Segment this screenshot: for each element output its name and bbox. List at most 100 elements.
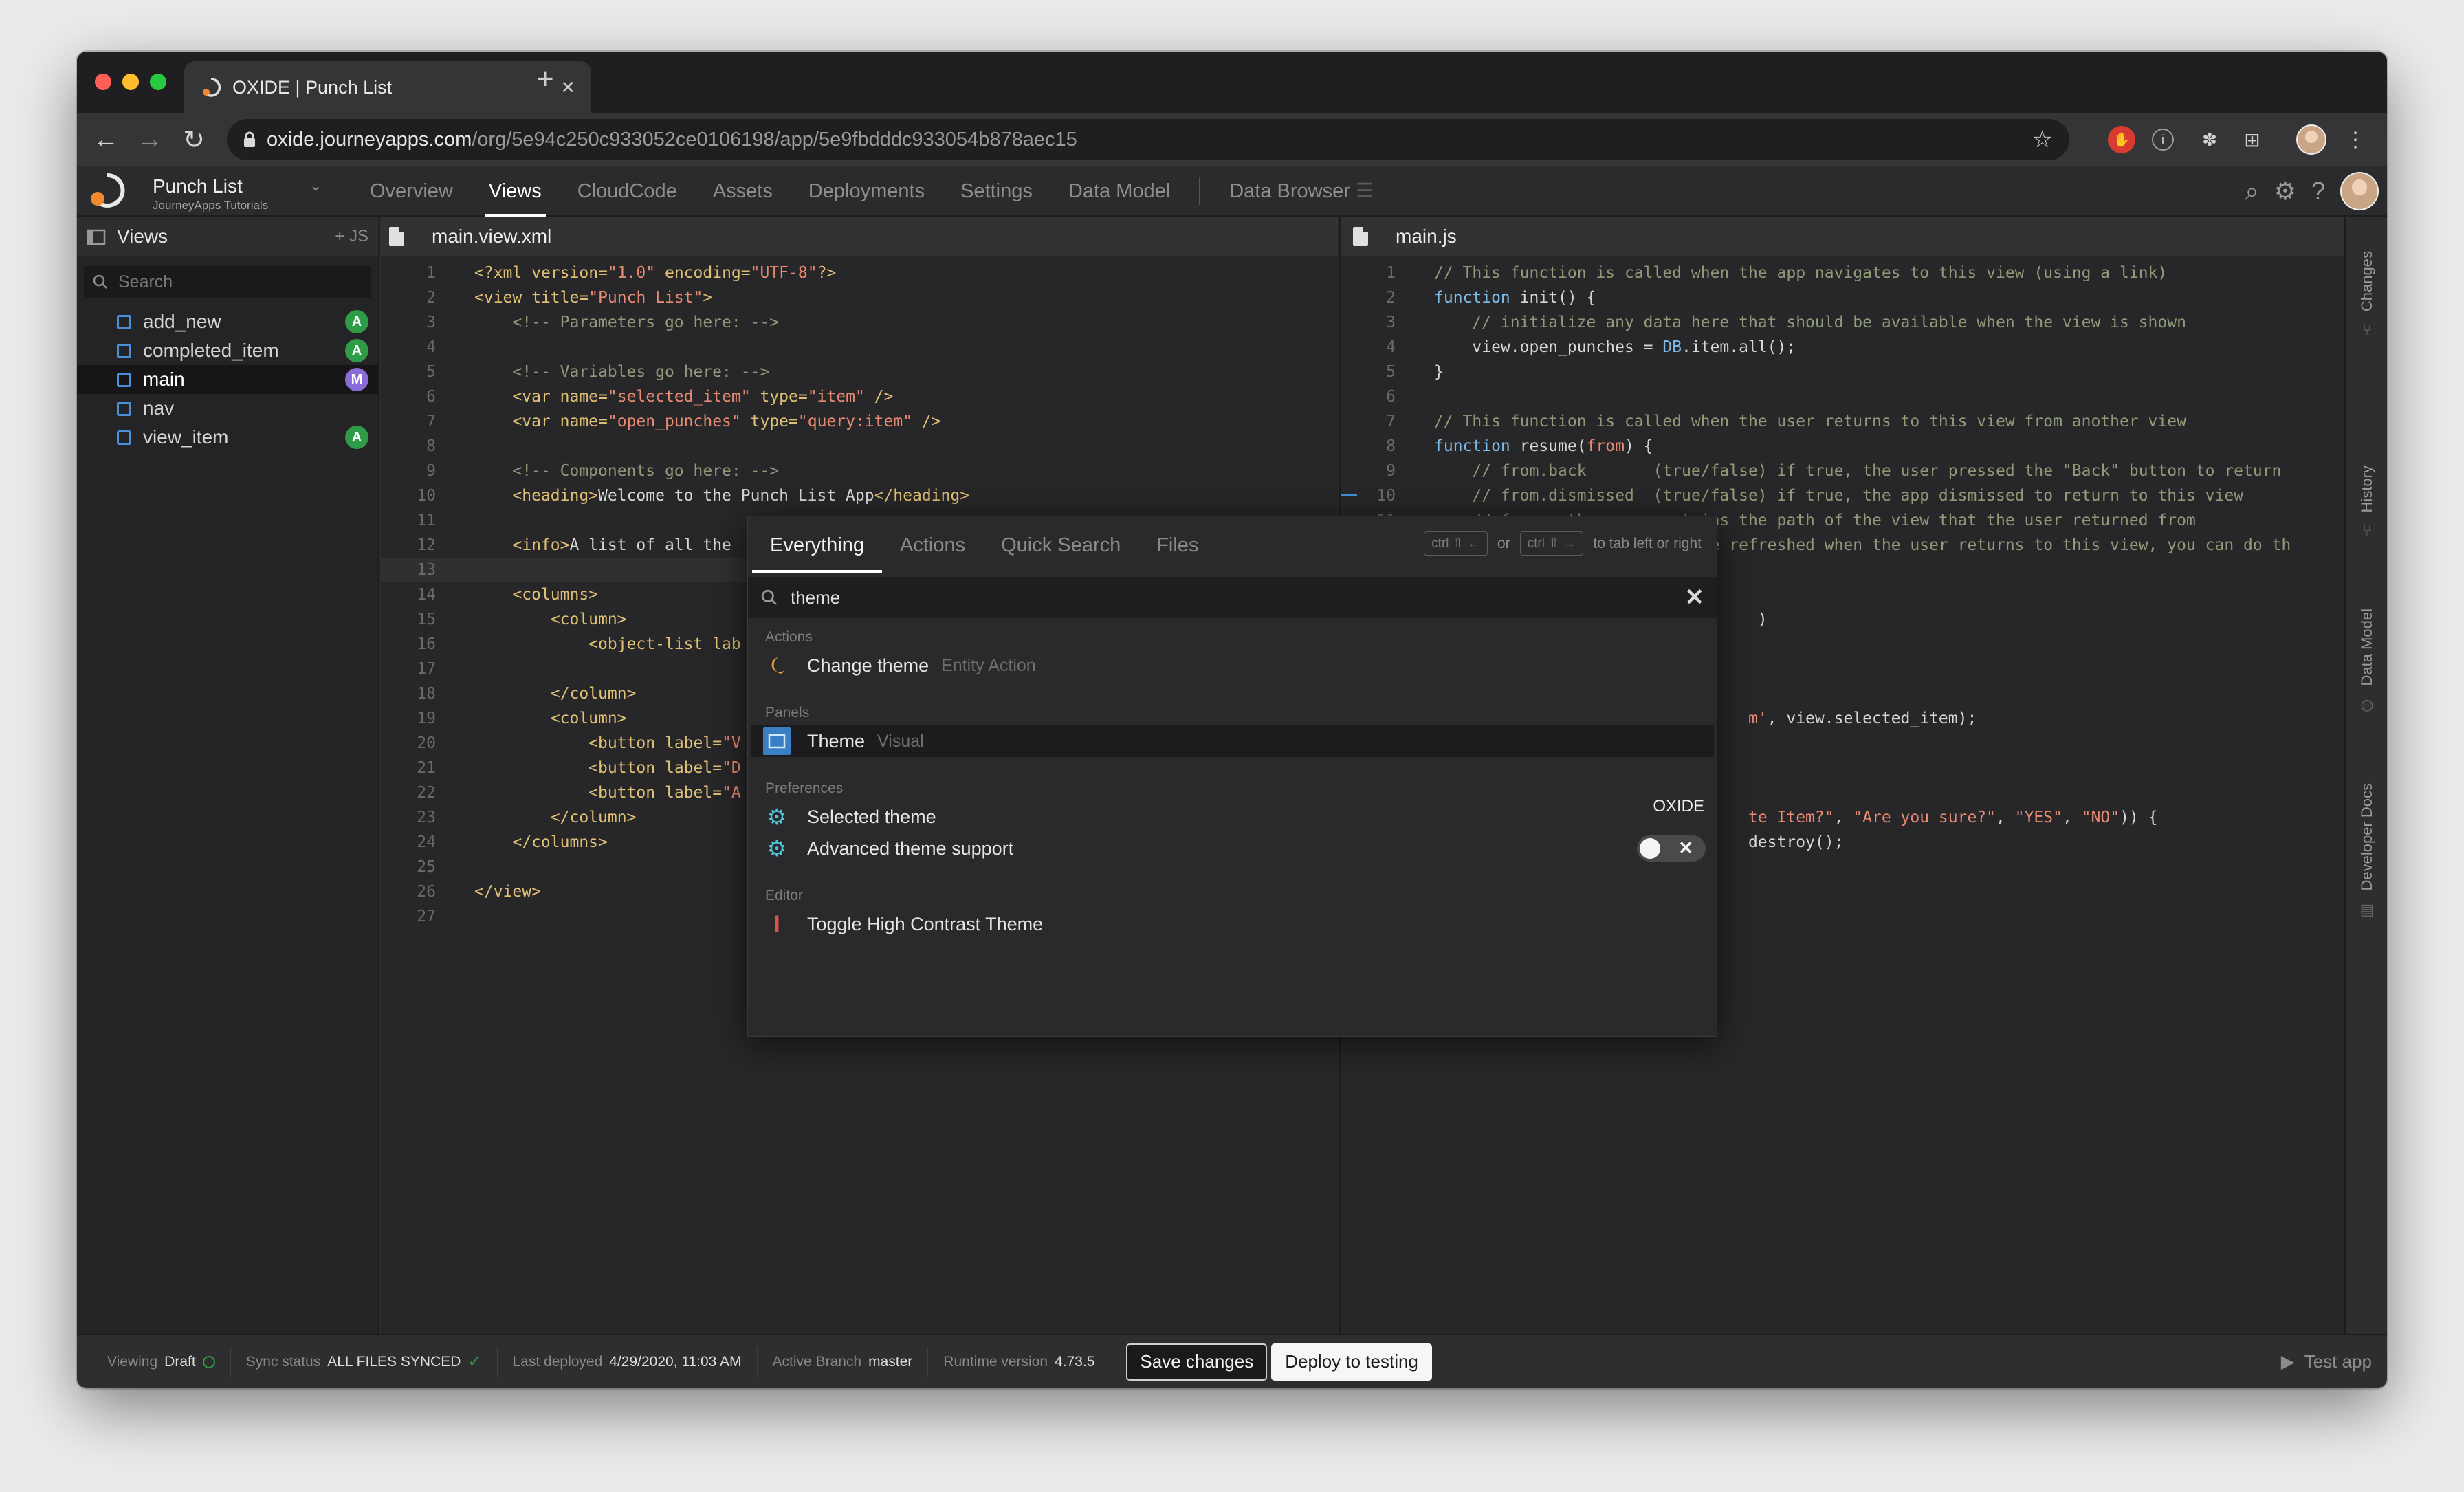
code-line: </columns>	[512, 833, 608, 851]
palette-tab-quick-search[interactable]: Quick Search	[983, 531, 1138, 573]
branch-icon: ⑂	[2362, 522, 2372, 540]
editor-filename[interactable]: main.view.xml	[432, 226, 551, 248]
line-number: 2	[1386, 289, 1396, 307]
search-icon[interactable]: ⌕	[2245, 177, 2259, 206]
add-view-button[interactable]: + JS	[335, 227, 368, 246]
line-number: 24	[417, 833, 436, 851]
rail-developer-docs[interactable]: Developer Docs ▤	[2346, 783, 2387, 919]
active-branch: Active Branch master	[758, 1346, 929, 1377]
view-item-completed-item[interactable]: completed_item A	[77, 336, 378, 365]
draft-ring-icon	[202, 1355, 215, 1368]
line-number: 14	[417, 586, 436, 604]
result-subtext: Visual	[877, 731, 924, 751]
advanced-theme-toggle[interactable]: ✕	[1637, 835, 1706, 862]
palette-tab-actions[interactable]: Actions	[882, 531, 983, 573]
oxide-logo-icon[interactable]	[87, 171, 126, 211]
status-key: Viewing	[107, 1353, 158, 1370]
rail-history[interactable]: History ⑂	[2346, 465, 2387, 540]
gear-icon[interactable]: ⚙	[2274, 177, 2296, 206]
chevron-down-icon[interactable]: ⌄	[309, 177, 322, 195]
editor-filename[interactable]: main.js	[1396, 226, 1457, 248]
tab-close-button[interactable]: ×	[561, 74, 575, 101]
result-theme-panel[interactable]: Theme Visual	[751, 725, 1714, 757]
view-item-nav[interactable]: nav	[77, 394, 378, 423]
sidebar-header: Views + JS	[77, 217, 378, 256]
tab-deployments[interactable]: Deployments	[791, 166, 943, 217]
rail-changes[interactable]: Changes ⑂	[2346, 251, 2387, 339]
view-item-label: completed_item	[143, 340, 279, 361]
result-high-contrast[interactable]: I Toggle High Contrast Theme	[751, 908, 1714, 940]
info-icon[interactable]: i	[2152, 129, 2174, 151]
url-host: oxide.journeyapps.com	[267, 128, 472, 151]
runtime-version: Runtime version 4.73.5	[928, 1347, 1110, 1377]
new-tab-button[interactable]: +	[536, 64, 554, 94]
close-window-button[interactable]	[95, 74, 111, 90]
status-value: 4/29/2020, 11:03 AM	[609, 1353, 742, 1370]
grid-icon[interactable]: ⊞	[2238, 126, 2266, 153]
line-number: 8	[426, 437, 436, 455]
view-item-add-new[interactable]: add_new A	[77, 307, 378, 336]
status-value: ALL FILES SYNCED	[327, 1353, 461, 1370]
forward-arrow-icon[interactable]: →	[128, 125, 172, 155]
line-number: 18	[417, 685, 436, 703]
data-browser-label: Data Browser	[1229, 180, 1350, 202]
line-number: 25	[417, 858, 436, 876]
result-advanced-theme-support[interactable]: ⚙ Advanced theme support ✕	[751, 833, 1714, 864]
code-line: <!-- Variables go here: -->	[512, 363, 770, 381]
tab-cloudcode[interactable]: CloudCode	[560, 166, 695, 217]
browser-tab[interactable]: OXIDE | Punch List ×	[184, 61, 591, 113]
code-line: <!-- Components go here: -->	[512, 462, 780, 480]
palette-search-input[interactable]	[791, 586, 1685, 608]
code-line: <column>	[550, 710, 627, 727]
view-item-view-item[interactable]: view_item A	[77, 423, 378, 452]
star-icon[interactable]: ☆	[2032, 126, 2053, 153]
palette-tab-everything[interactable]: Everything	[752, 531, 883, 573]
puzzle-icon[interactable]: ✽	[2196, 126, 2223, 153]
tab-assets[interactable]: Assets	[695, 166, 791, 217]
file-icon	[1353, 227, 1368, 246]
deploy-to-testing-button[interactable]: Deploy to testing	[1271, 1343, 1432, 1381]
result-selected-theme[interactable]: ⚙ Selected theme OXIDE	[751, 797, 1714, 833]
project-switcher[interactable]: Punch List JourneyApps Tutorials	[153, 175, 268, 212]
help-icon[interactable]: ?	[2311, 177, 2325, 206]
result-change-theme[interactable]: Change theme Entity Action	[751, 650, 1714, 681]
palette-hint: ctrl ⇧ ← or ctrl ⇧ → to tab left or righ…	[1420, 531, 1702, 556]
line-number: 27	[417, 908, 436, 925]
minimize-window-button[interactable]	[122, 74, 139, 90]
view-icon	[117, 373, 131, 387]
tab-settings[interactable]: Settings	[943, 166, 1050, 217]
shortcut-key: ctrl ⇧ ←	[1424, 531, 1488, 556]
rail-data-model[interactable]: Data Model ◍	[2346, 608, 2387, 714]
line-number: 13	[417, 561, 436, 579]
code-line: </column>	[550, 685, 637, 703]
save-changes-button[interactable]: Save changes	[1126, 1343, 1268, 1381]
favicon-icon	[203, 78, 221, 97]
code-line: view.open_punches = DB.item.all();	[1434, 338, 1796, 356]
editor-tab-header: main.view.xml	[381, 217, 1338, 256]
tab-data-browser[interactable]: Data Browser ☰	[1211, 166, 1392, 217]
clear-search-button[interactable]: ✕	[1685, 584, 1705, 611]
url-field[interactable]: oxide.journeyapps.com/org/5e94c250c93305…	[227, 119, 2069, 160]
code-line: <info>A list of all the	[512, 536, 741, 554]
editor-tab-header: main.js	[1341, 217, 2344, 256]
test-app-button[interactable]: ▶ Test app	[2281, 1351, 2372, 1372]
kebab-menu-icon[interactable]: ⋮	[2342, 126, 2369, 153]
search-icon	[761, 589, 777, 605]
back-arrow-icon[interactable]: ←	[84, 125, 128, 155]
extension-icon[interactable]: ✋	[2108, 126, 2135, 153]
profile-icon[interactable]	[2296, 124, 2326, 155]
line-number: 5	[1386, 363, 1396, 381]
tab-overview[interactable]: Overview	[352, 166, 471, 217]
sidebar-search-input[interactable]	[118, 272, 352, 292]
line-number: 11	[417, 512, 436, 529]
line-number: 9	[426, 462, 436, 480]
tab-data-model[interactable]: Data Model	[1050, 166, 1188, 217]
zoom-window-button[interactable]	[150, 74, 166, 90]
user-avatar[interactable]	[2340, 172, 2379, 210]
tab-views[interactable]: Views	[471, 166, 560, 217]
code-line: <var name="open_punches" type="query:ite…	[512, 413, 941, 430]
view-item-main[interactable]: main M	[77, 365, 378, 394]
hint-or: or	[1497, 535, 1510, 551]
reload-icon[interactable]: ↻	[172, 124, 216, 155]
palette-tab-files[interactable]: Files	[1138, 531, 1216, 573]
